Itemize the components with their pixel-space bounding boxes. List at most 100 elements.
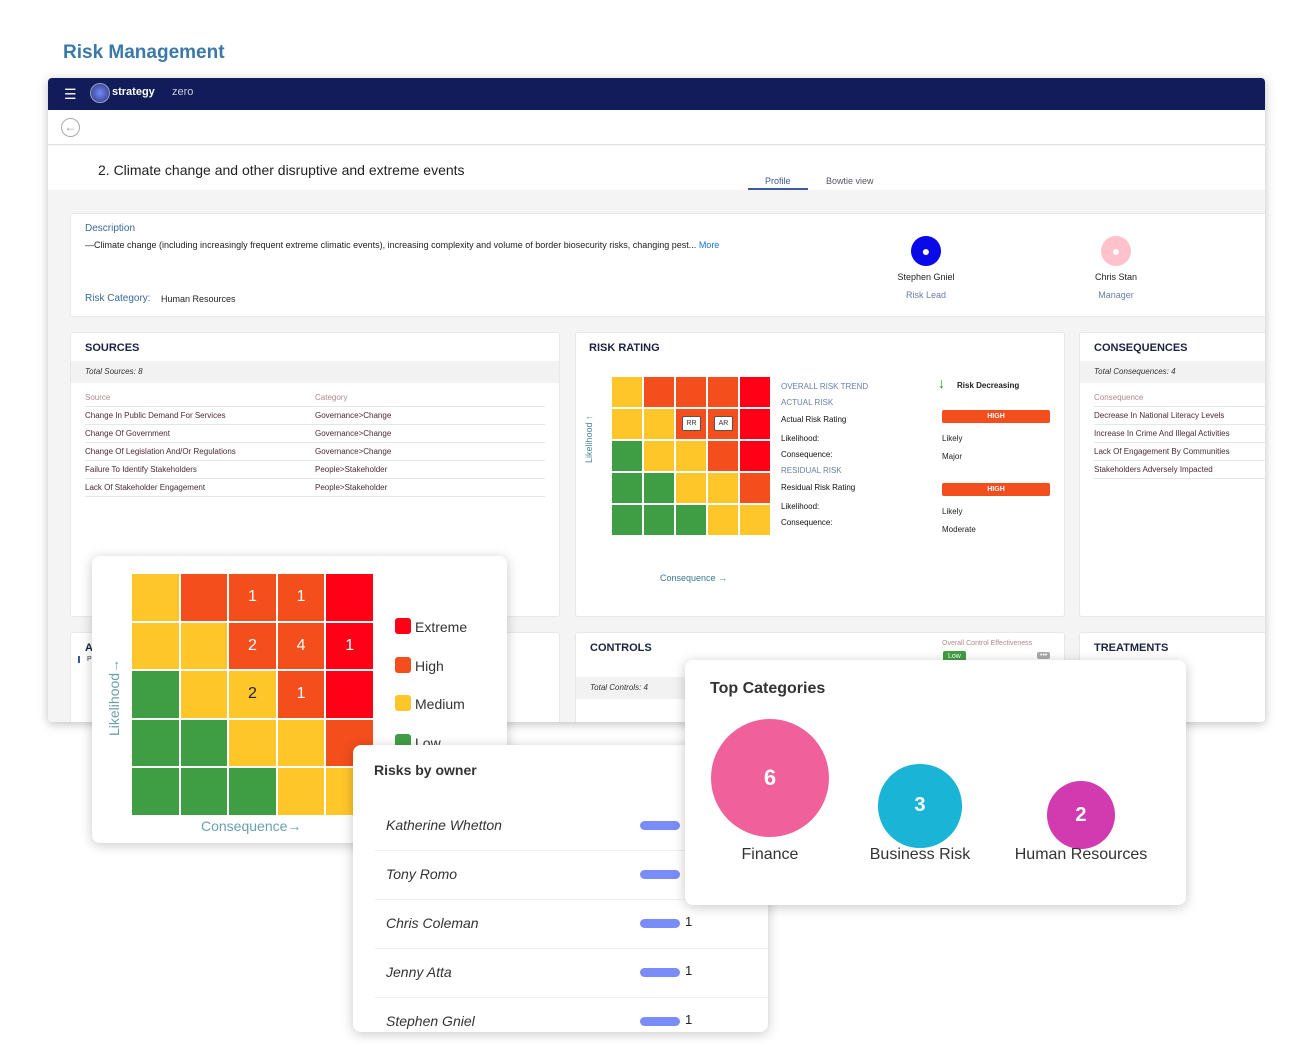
matrix-cell[interactable] <box>707 472 739 504</box>
matrix-cell[interactable]: 1 <box>228 573 277 622</box>
source-category: People>Stakeholder <box>315 478 545 497</box>
description-label: Description <box>85 223 136 234</box>
matrix-cell[interactable] <box>707 440 739 472</box>
matrix-cell[interactable] <box>707 376 739 408</box>
arrow-left-icon[interactable]: ← <box>61 118 80 137</box>
consequence-row[interactable]: Stakeholders Adversely Impacted <box>1094 460 1265 479</box>
owner-name[interactable]: Tony Romo <box>386 866 457 882</box>
cell-count: 2 <box>248 685 257 703</box>
matrix-cell[interactable] <box>739 472 771 504</box>
matrix-cell[interactable] <box>325 573 374 622</box>
top-categories-title: Top Categories <box>710 680 826 697</box>
tab-profile[interactable]: Profile <box>765 176 791 186</box>
source-row[interactable]: Change In Public Demand For Services Gove… <box>85 406 545 425</box>
matrix-cell[interactable] <box>739 440 771 472</box>
matrix-cell[interactable] <box>179 573 229 622</box>
matrix-cell[interactable]: 1 <box>276 670 326 719</box>
back-row: ← <box>48 110 1265 145</box>
matrix-cell[interactable]: 4 <box>276 621 326 671</box>
matrix-cell[interactable] <box>131 767 180 816</box>
matrix-cell[interactable] <box>675 440 707 472</box>
owner-name[interactable]: Jenny Atta <box>386 964 452 980</box>
consequence-row[interactable]: Increase In Crime And Illegal Activities <box>1094 424 1265 443</box>
person-manager[interactable]: ● Chris Stan Manager <box>1066 236 1166 300</box>
matrix-cell[interactable]: 2 <box>228 621 277 671</box>
source-row[interactable]: Failure To Identify Stakeholders People>S… <box>85 460 545 479</box>
matrix-cell[interactable] <box>675 376 707 408</box>
source-row[interactable]: Change Of Government Governance>Change <box>85 424 545 443</box>
hamburger-icon[interactable]: ☰ <box>64 86 77 103</box>
matrix-cell[interactable] <box>643 376 675 408</box>
consequences-total: Total Consequences: 4 <box>1080 361 1265 383</box>
consequences-table: Consequence Decrease In National Literac… <box>1094 389 1265 479</box>
legend-swatch <box>395 618 411 634</box>
matrix-cell[interactable] <box>131 621 180 671</box>
description-text: —Climate change (including increasingly … <box>85 240 719 250</box>
matrix-cell[interactable] <box>611 408 643 440</box>
source-name: Lack Of Stakeholder Engagement <box>85 478 315 497</box>
matrix-cell[interactable] <box>675 472 707 504</box>
matrix-cell[interactable] <box>276 718 326 768</box>
matrix-cell[interactable]: 2 <box>228 670 277 719</box>
more-link[interactable]: More <box>699 240 720 250</box>
matrix-cell[interactable] <box>739 376 771 408</box>
source-category: People>Stakeholder <box>315 460 545 479</box>
owner-name[interactable]: Stephen Gniel <box>386 1013 475 1029</box>
effectiveness-label: Overall Control Effectiveness <box>942 640 1033 647</box>
matrix-cell[interactable] <box>228 718 277 768</box>
category-bubble[interactable]: 6 <box>711 719 829 837</box>
owner-name[interactable]: Katherine Whetton <box>386 817 502 833</box>
tab-bowtie-view[interactable]: Bowtie view <box>826 176 874 186</box>
source-row[interactable]: Lack Of Stakeholder Engagement People>Sta… <box>85 478 545 497</box>
cell-count: 1 <box>296 685 306 703</box>
matrix-cell[interactable] <box>611 504 643 536</box>
trend-value: Risk Decreasing <box>957 381 1020 390</box>
matrix-cell[interactable] <box>179 718 229 768</box>
sources-title: SOURCES <box>85 342 140 354</box>
category-label: Business Risk <box>869 846 971 863</box>
matrix-cell[interactable] <box>611 440 643 472</box>
consequence-row[interactable]: Lack Of Engagement By Communities <box>1094 442 1265 461</box>
matrix-cell[interactable] <box>131 718 180 768</box>
more-options-icon[interactable]: ••• <box>1037 652 1051 659</box>
matrix-cell[interactable] <box>179 670 229 719</box>
matrix-cell[interactable] <box>643 504 675 536</box>
source-name: Change Of Legislation And/Or Regulations <box>85 442 315 461</box>
marker-ar: AR <box>714 416 733 431</box>
matrix-cell[interactable] <box>643 408 675 440</box>
matrix-cell[interactable] <box>228 767 277 816</box>
matrix-cell[interactable] <box>179 621 229 671</box>
owner-bar <box>640 870 680 879</box>
cell-count: 2 <box>248 636 257 654</box>
matrix-cell[interactable] <box>739 504 771 536</box>
matrix-cell[interactable] <box>179 767 229 816</box>
category-bubble[interactable]: 2 <box>1046 780 1116 850</box>
residual-likelihood-value: Likely <box>942 507 963 516</box>
matrix-cell[interactable] <box>131 573 180 622</box>
matrix-cell[interactable] <box>707 504 739 536</box>
owner-count: 1 <box>685 1012 693 1027</box>
risk-rating-title: RISK RATING <box>589 342 660 354</box>
description-card: Description —Climate change (including i… <box>70 213 1265 317</box>
source-row[interactable]: Change Of Legislation And/Or Regulations… <box>85 442 545 461</box>
category-bubble[interactable]: 3 <box>878 764 962 848</box>
residual-risk-label: RESIDUAL RISK <box>781 466 842 476</box>
source-category: Governance>Change <box>315 406 545 425</box>
person-risk-lead[interactable]: ● Stephen Gniel Risk Lead <box>876 236 976 300</box>
matrix-cell[interactable] <box>131 670 180 719</box>
matrix-cell[interactable] <box>611 472 643 504</box>
matrix-cell[interactable] <box>276 767 326 816</box>
consequence-row[interactable]: Decrease In National Literacy Levels <box>1094 406 1265 425</box>
matrix-cell[interactable]: 1 <box>276 573 326 622</box>
consequence-name: Decrease In National Literacy Levels <box>1094 406 1265 425</box>
owner-count: 1 <box>685 914 693 929</box>
matrix-cell[interactable] <box>643 440 675 472</box>
matrix-cell[interactable] <box>643 472 675 504</box>
matrix-cell[interactable] <box>739 408 771 440</box>
owner-name[interactable]: Chris Coleman <box>386 915 479 931</box>
source-name: Failure To Identify Stakeholders <box>85 460 315 479</box>
matrix-cell[interactable] <box>675 504 707 536</box>
matrix-cell[interactable]: 1 <box>325 621 374 671</box>
matrix-cell[interactable] <box>325 670 374 719</box>
matrix-cell[interactable] <box>611 376 643 408</box>
